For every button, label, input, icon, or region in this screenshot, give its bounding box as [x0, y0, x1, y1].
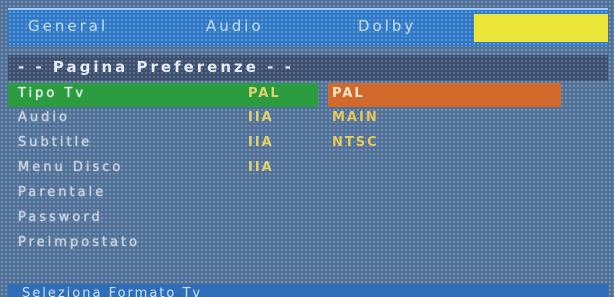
menu-row-value: IIA: [248, 160, 274, 175]
option-pal[interactable]: PAL: [332, 86, 365, 101]
option-main[interactable]: MAIN: [332, 110, 379, 125]
menu-row-audio[interactable]: Audio IIA MAIN: [8, 107, 608, 131]
menu-row-label: Parentale: [18, 185, 107, 200]
menu-row-label: Menu Disco: [18, 160, 124, 175]
menu-row-value: IIA: [248, 110, 274, 125]
menu-row-label: Subtitle: [18, 135, 93, 150]
menu-row-menu-disco[interactable]: Menu Disco IIA: [8, 157, 608, 181]
menu-row-password[interactable]: Password: [8, 207, 608, 231]
tab-highlighted[interactable]: [474, 14, 608, 42]
status-bar: Seleziona Formato Tv: [8, 284, 608, 297]
menu-row-tipo-tv[interactable]: Tipo Tv PAL PAL: [8, 83, 608, 107]
menu-row-label: Password: [18, 210, 103, 225]
tab-audio[interactable]: Audio: [206, 17, 264, 35]
tab-general[interactable]: General: [28, 17, 108, 35]
menu-row-label: Audio: [18, 110, 70, 125]
menu-row-preimpostato[interactable]: Preimpostato: [8, 232, 608, 256]
status-text: Seleziona Formato Tv: [22, 286, 203, 297]
menu-row-value: PAL: [248, 86, 281, 101]
menu-row-subtitle[interactable]: Subtitle IIA NTSC: [8, 132, 608, 156]
page-title: - - Pagina Preferenze - -: [18, 58, 294, 76]
menu-row-label: Preimpostato: [18, 235, 141, 250]
menu-row-value: IIA: [248, 135, 274, 150]
tv-setup-menu: General Audio Dolby - - Pagina Preferenz…: [0, 0, 614, 297]
page-title-bar: - - Pagina Preferenze - -: [8, 55, 608, 81]
tab-bar: General Audio Dolby: [8, 8, 608, 46]
menu-row-label: Tipo Tv: [18, 86, 87, 101]
option-ntsc[interactable]: NTSC: [332, 135, 379, 150]
tab-dolby[interactable]: Dolby: [358, 17, 416, 35]
menu-row-parentale[interactable]: Parentale: [8, 182, 608, 206]
